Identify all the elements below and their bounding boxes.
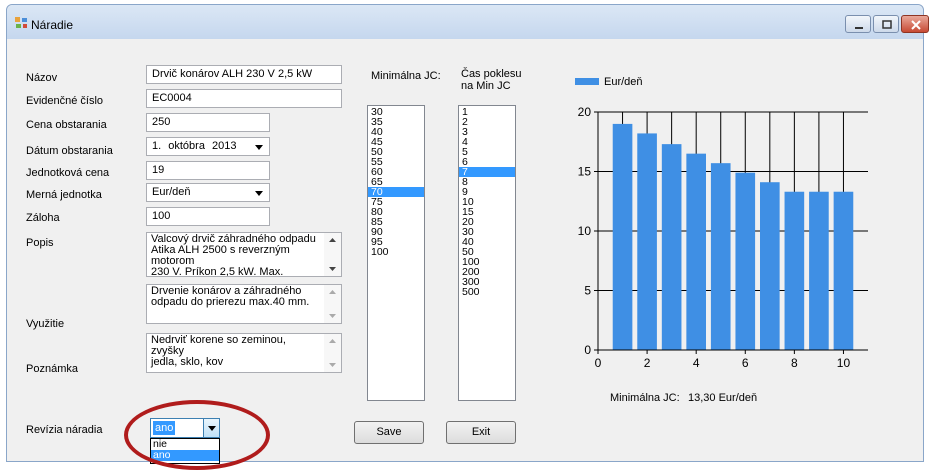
chart-bar bbox=[784, 191, 805, 350]
exit-button[interactable]: Exit bbox=[446, 421, 516, 444]
revizia-label: Revízia náradia bbox=[26, 424, 103, 436]
scroll-down-icon bbox=[329, 363, 336, 367]
legend-swatch bbox=[575, 78, 599, 85]
nazov-label: Názov bbox=[26, 72, 58, 84]
cas-poklesu-label: Čas poklesu na Min JC bbox=[461, 68, 522, 92]
chart-bar bbox=[710, 163, 731, 350]
y-tick-label: 10 bbox=[578, 224, 592, 238]
vyuzitie-label: Využitie bbox=[26, 318, 65, 330]
legend-label: Eur/deň bbox=[604, 76, 643, 88]
save-button[interactable]: Save bbox=[354, 421, 424, 444]
chart-bar bbox=[735, 172, 756, 350]
chevron-down-icon bbox=[255, 191, 263, 196]
chart-bar bbox=[809, 191, 829, 350]
evidencne-cislo-input[interactable]: EC0004 bbox=[146, 89, 342, 108]
vyuzitie-scrollbar[interactable] bbox=[324, 285, 341, 323]
cas-poklesu-label-line2: na Min JC bbox=[461, 80, 511, 92]
datum-year: 2013 bbox=[212, 140, 237, 152]
cena-obstarania-label: Cena obstarania bbox=[26, 119, 107, 131]
chart-bar bbox=[612, 123, 633, 351]
close-button[interactable] bbox=[901, 15, 929, 33]
x-tick-label: 0 bbox=[595, 356, 602, 370]
chart-bar bbox=[760, 182, 780, 350]
minimize-button[interactable] bbox=[845, 15, 871, 33]
merna-jednotka-value: Eur/deň bbox=[152, 186, 191, 198]
vyuzitie-textarea[interactable]: Drvenie konárov a záhradného odpadu do p… bbox=[146, 284, 342, 324]
datum-month: októbra bbox=[168, 140, 205, 152]
chart-bar bbox=[686, 153, 706, 350]
price-chart: 0 5 10 15 20 0 2 4 6 8 10 Eur/deň bbox=[575, 76, 868, 370]
window-title: Náradie bbox=[31, 18, 74, 32]
jednotkova-cena-label: Jednotková cena bbox=[26, 167, 110, 179]
scroll-up-icon bbox=[329, 339, 336, 343]
x-tick-label: 6 bbox=[742, 356, 749, 370]
y-tick-label: 15 bbox=[578, 165, 592, 179]
y-tick-label: 5 bbox=[584, 284, 591, 298]
x-tick-label: 10 bbox=[837, 356, 851, 370]
x-tick-label: 2 bbox=[644, 356, 651, 370]
close-icon bbox=[911, 20, 921, 30]
chart-bar bbox=[833, 191, 854, 350]
popis-label: Popis bbox=[26, 237, 54, 249]
maximize-button[interactable] bbox=[873, 15, 899, 33]
chart-bar bbox=[637, 133, 657, 350]
min-jc-listbox[interactable]: 30 35 40 45 50 55 60 65 70 75 80 85 90 95 100 bbox=[367, 105, 425, 401]
minimize-icon bbox=[855, 27, 863, 29]
y-tick-label: 20 bbox=[578, 105, 592, 119]
min-jc-footer-value: 13,30 Eur/deň bbox=[688, 392, 758, 404]
min-jc-label: Minimálna JC: bbox=[371, 70, 441, 82]
highlight-ring bbox=[124, 400, 270, 470]
vyuzitie-line: odpadu do prierezu max.40 mm. bbox=[151, 296, 310, 308]
scroll-down-icon bbox=[329, 314, 336, 318]
poznamka-line: Nedrviť korene so zeminou, zvyšky bbox=[151, 334, 286, 357]
poznamka-line: jedla, sklo, kov bbox=[151, 356, 224, 368]
chart-bar bbox=[661, 144, 682, 350]
popis-textarea[interactable]: Valcový drvič záhradného odpadu Atika AL… bbox=[146, 232, 342, 277]
list-item[interactable]: 100 bbox=[368, 247, 424, 258]
scroll-down-icon bbox=[329, 267, 336, 271]
jednotkova-cena-input[interactable]: 19 bbox=[146, 161, 270, 180]
popis-line: Atika ALH 2500 s reverzným motorom bbox=[151, 244, 290, 267]
zaloha-input[interactable]: 100 bbox=[146, 207, 270, 226]
datum-day: 1. bbox=[152, 140, 162, 152]
merna-jednotka-select[interactable]: Eur/deň bbox=[146, 183, 270, 202]
poznamka-label: Poznámka bbox=[26, 363, 78, 375]
scroll-up-icon bbox=[329, 238, 336, 242]
datum-obstarania-picker[interactable]: 1. októbra 2013 bbox=[146, 137, 270, 156]
cas-poklesu-listbox[interactable]: 1 2 3 4 5 6 7 8 9 10 15 20 30 40 50 100 200 300 500 bbox=[458, 105, 516, 401]
merna-jednotka-label: Merná jednotka bbox=[26, 189, 102, 201]
app-icon bbox=[15, 17, 27, 28]
title-bar[interactable]: Náradie bbox=[7, 5, 929, 39]
poznamka-textarea[interactable]: Nedrviť korene so zeminou, zvyšky jedla,… bbox=[146, 333, 342, 373]
poznamka-scrollbar[interactable] bbox=[324, 334, 341, 372]
popis-scrollbar[interactable] bbox=[324, 233, 341, 276]
maximize-icon bbox=[882, 20, 892, 29]
cas-poklesu-label-line1: Čas poklesu bbox=[461, 68, 522, 80]
cena-obstarania-input[interactable]: 250 bbox=[146, 113, 270, 132]
popis-line: 230 V. Príkon 2,5 kW. Max. priemer bbox=[151, 266, 284, 277]
zaloha-label: Záloha bbox=[26, 212, 60, 224]
nazov-input[interactable]: Drvič konárov ALH 230 V 2,5 kW bbox=[146, 65, 342, 84]
scroll-up-icon bbox=[329, 290, 336, 294]
min-jc-footer-label: Minimálna JC: bbox=[610, 392, 680, 404]
x-tick-label: 8 bbox=[791, 356, 798, 370]
datum-obstarania-label: Dátum obstarania bbox=[26, 145, 113, 157]
chevron-down-icon bbox=[255, 145, 263, 150]
list-item[interactable]: 500 bbox=[459, 287, 515, 298]
y-tick-label: 0 bbox=[584, 343, 591, 357]
x-tick-label: 4 bbox=[693, 356, 700, 370]
evidencne-cislo-label: Evidenčné číslo bbox=[26, 95, 104, 107]
